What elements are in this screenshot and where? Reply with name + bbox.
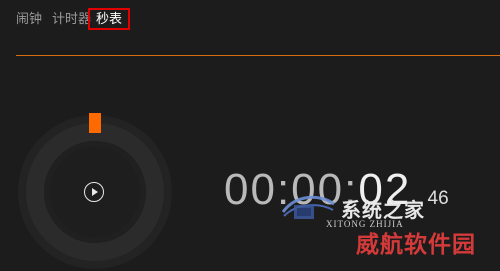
play-icon xyxy=(92,188,98,196)
time-centiseconds: 46 xyxy=(427,188,449,209)
accent-divider xyxy=(16,55,500,56)
tab-bar: 闹钟 计时器 秒表 xyxy=(0,0,500,40)
play-button[interactable] xyxy=(84,182,104,202)
tab-timer[interactable]: 计时器 xyxy=(52,10,91,30)
tab-stopwatch[interactable]: 秒表 xyxy=(88,8,131,30)
watermark-brand: 威航软件园 xyxy=(356,231,476,258)
tab-alarm[interactable]: 闹钟 xyxy=(16,10,42,30)
